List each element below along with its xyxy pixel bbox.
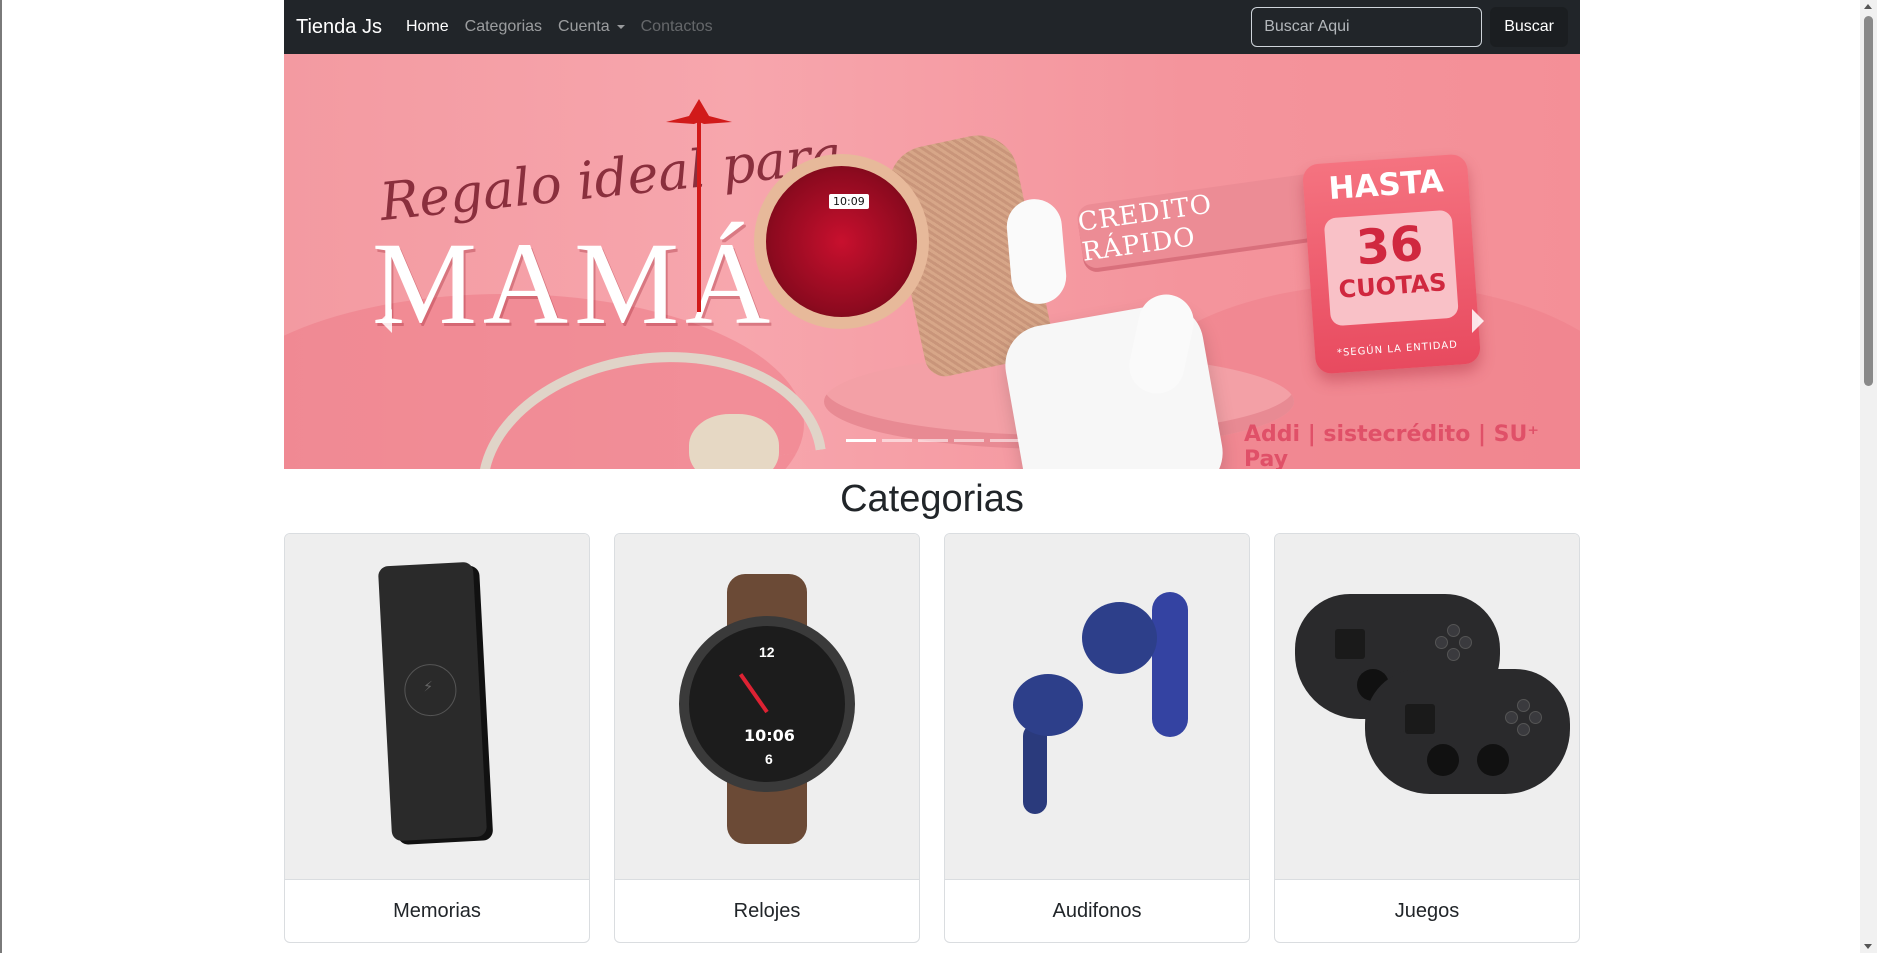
scroll-down-icon[interactable] bbox=[1864, 944, 1872, 949]
nav-home[interactable]: Home bbox=[406, 18, 449, 36]
window-left-border bbox=[0, 0, 2, 953]
category-label: Memorias bbox=[393, 899, 481, 922]
top-navbar: Tienda Js Home Categorias Cuenta Contact… bbox=[284, 0, 1580, 54]
promo-top-text: HASTA bbox=[1327, 163, 1445, 208]
nav-categorias[interactable]: Categorias bbox=[465, 18, 542, 36]
hero-carousel[interactable]: Regalo ideal para MAMÁ 10:09 CREDITO RÁP… bbox=[284, 54, 1580, 469]
power-bank-image: ⚡ bbox=[285, 534, 589, 880]
ribbon-text: CREDITO RÁPIDO bbox=[1076, 189, 1215, 268]
watch-numeral-6: 6 bbox=[765, 751, 773, 767]
watch-numeral-12: 12 bbox=[759, 644, 775, 660]
nav-contactos: Contactos bbox=[640, 18, 713, 35]
category-cards: ⚡ Memorias 12 10:06 6 Relojes Audifonos … bbox=[284, 533, 1580, 943]
promo-footnote: *SEGÚN LA ENTIDAD bbox=[1336, 339, 1459, 360]
payment-partners: Addi | sistecrédito | SU⁺ Pay bbox=[1244, 422, 1539, 469]
carousel-next-icon[interactable] bbox=[1472, 309, 1484, 333]
watch-hand bbox=[738, 673, 769, 714]
category-card-relojes[interactable]: 12 10:06 6 Relojes bbox=[614, 533, 920, 943]
category-label: Audifonos bbox=[1052, 899, 1142, 922]
headphone-earpiece-image bbox=[689, 414, 779, 469]
scroll-up-icon[interactable] bbox=[1864, 4, 1872, 9]
categories-title: Categorias bbox=[840, 478, 1024, 520]
promo-box: 36 CUOTAS bbox=[1323, 209, 1459, 327]
installments-promo-badge: HASTA 36 CUOTAS *SEGÚN LA ENTIDAD bbox=[1301, 153, 1482, 375]
earbud-left bbox=[1013, 674, 1083, 814]
carousel-indicator-1[interactable] bbox=[846, 439, 876, 442]
brand-link[interactable]: Tienda Js bbox=[296, 16, 382, 39]
earbud-right bbox=[1082, 592, 1202, 752]
earbud-image bbox=[1004, 196, 1069, 307]
watch-face-image: 10:09 bbox=[754, 154, 929, 329]
promo-number: 36 bbox=[1354, 215, 1426, 277]
watch-digital-time: 10:06 bbox=[744, 726, 795, 745]
gamepad-icon bbox=[1365, 669, 1570, 794]
search-form: Buscar bbox=[1251, 7, 1568, 47]
carousel-indicators bbox=[846, 439, 1020, 442]
page-container: Tienda Js Home Categorias Cuenta Contact… bbox=[284, 0, 1580, 943]
search-button[interactable]: Buscar bbox=[1490, 7, 1568, 47]
watch-face: 12 10:06 6 bbox=[679, 616, 855, 792]
smartwatch-image: 12 10:06 6 bbox=[615, 534, 919, 880]
category-card-juegos[interactable]: Juegos bbox=[1274, 533, 1580, 943]
category-card-memorias[interactable]: ⚡ Memorias bbox=[284, 533, 590, 943]
category-card-audifonos[interactable]: Audifonos bbox=[944, 533, 1250, 943]
carousel-indicator-3[interactable] bbox=[918, 439, 948, 442]
credit-ribbon: CREDITO RÁPIDO bbox=[1075, 172, 1328, 270]
carousel-indicator-2[interactable] bbox=[882, 439, 912, 442]
power-bank-body: ⚡ bbox=[377, 561, 488, 842]
carousel-indicator-4[interactable] bbox=[954, 439, 984, 442]
category-label: Relojes bbox=[733, 899, 801, 922]
carousel-indicator-5[interactable] bbox=[990, 439, 1020, 442]
category-label: Juegos bbox=[1394, 899, 1460, 922]
game-controllers-image bbox=[1275, 534, 1579, 880]
carousel-prev-icon[interactable] bbox=[380, 309, 392, 333]
earbuds-image bbox=[945, 534, 1249, 880]
wireless-charge-icon: ⚡ bbox=[403, 662, 458, 718]
pin-marker-icon bbox=[666, 99, 732, 312]
nav-cuenta-dropdown[interactable]: Cuenta bbox=[558, 18, 625, 36]
page-scrollbar[interactable] bbox=[1860, 0, 1877, 953]
search-input[interactable] bbox=[1251, 7, 1483, 47]
watch-time-display: 10:09 bbox=[829, 194, 869, 209]
nav-cuenta-label: Cuenta bbox=[558, 18, 610, 35]
chevron-down-icon bbox=[616, 25, 625, 29]
scrollbar-thumb[interactable] bbox=[1864, 16, 1873, 386]
